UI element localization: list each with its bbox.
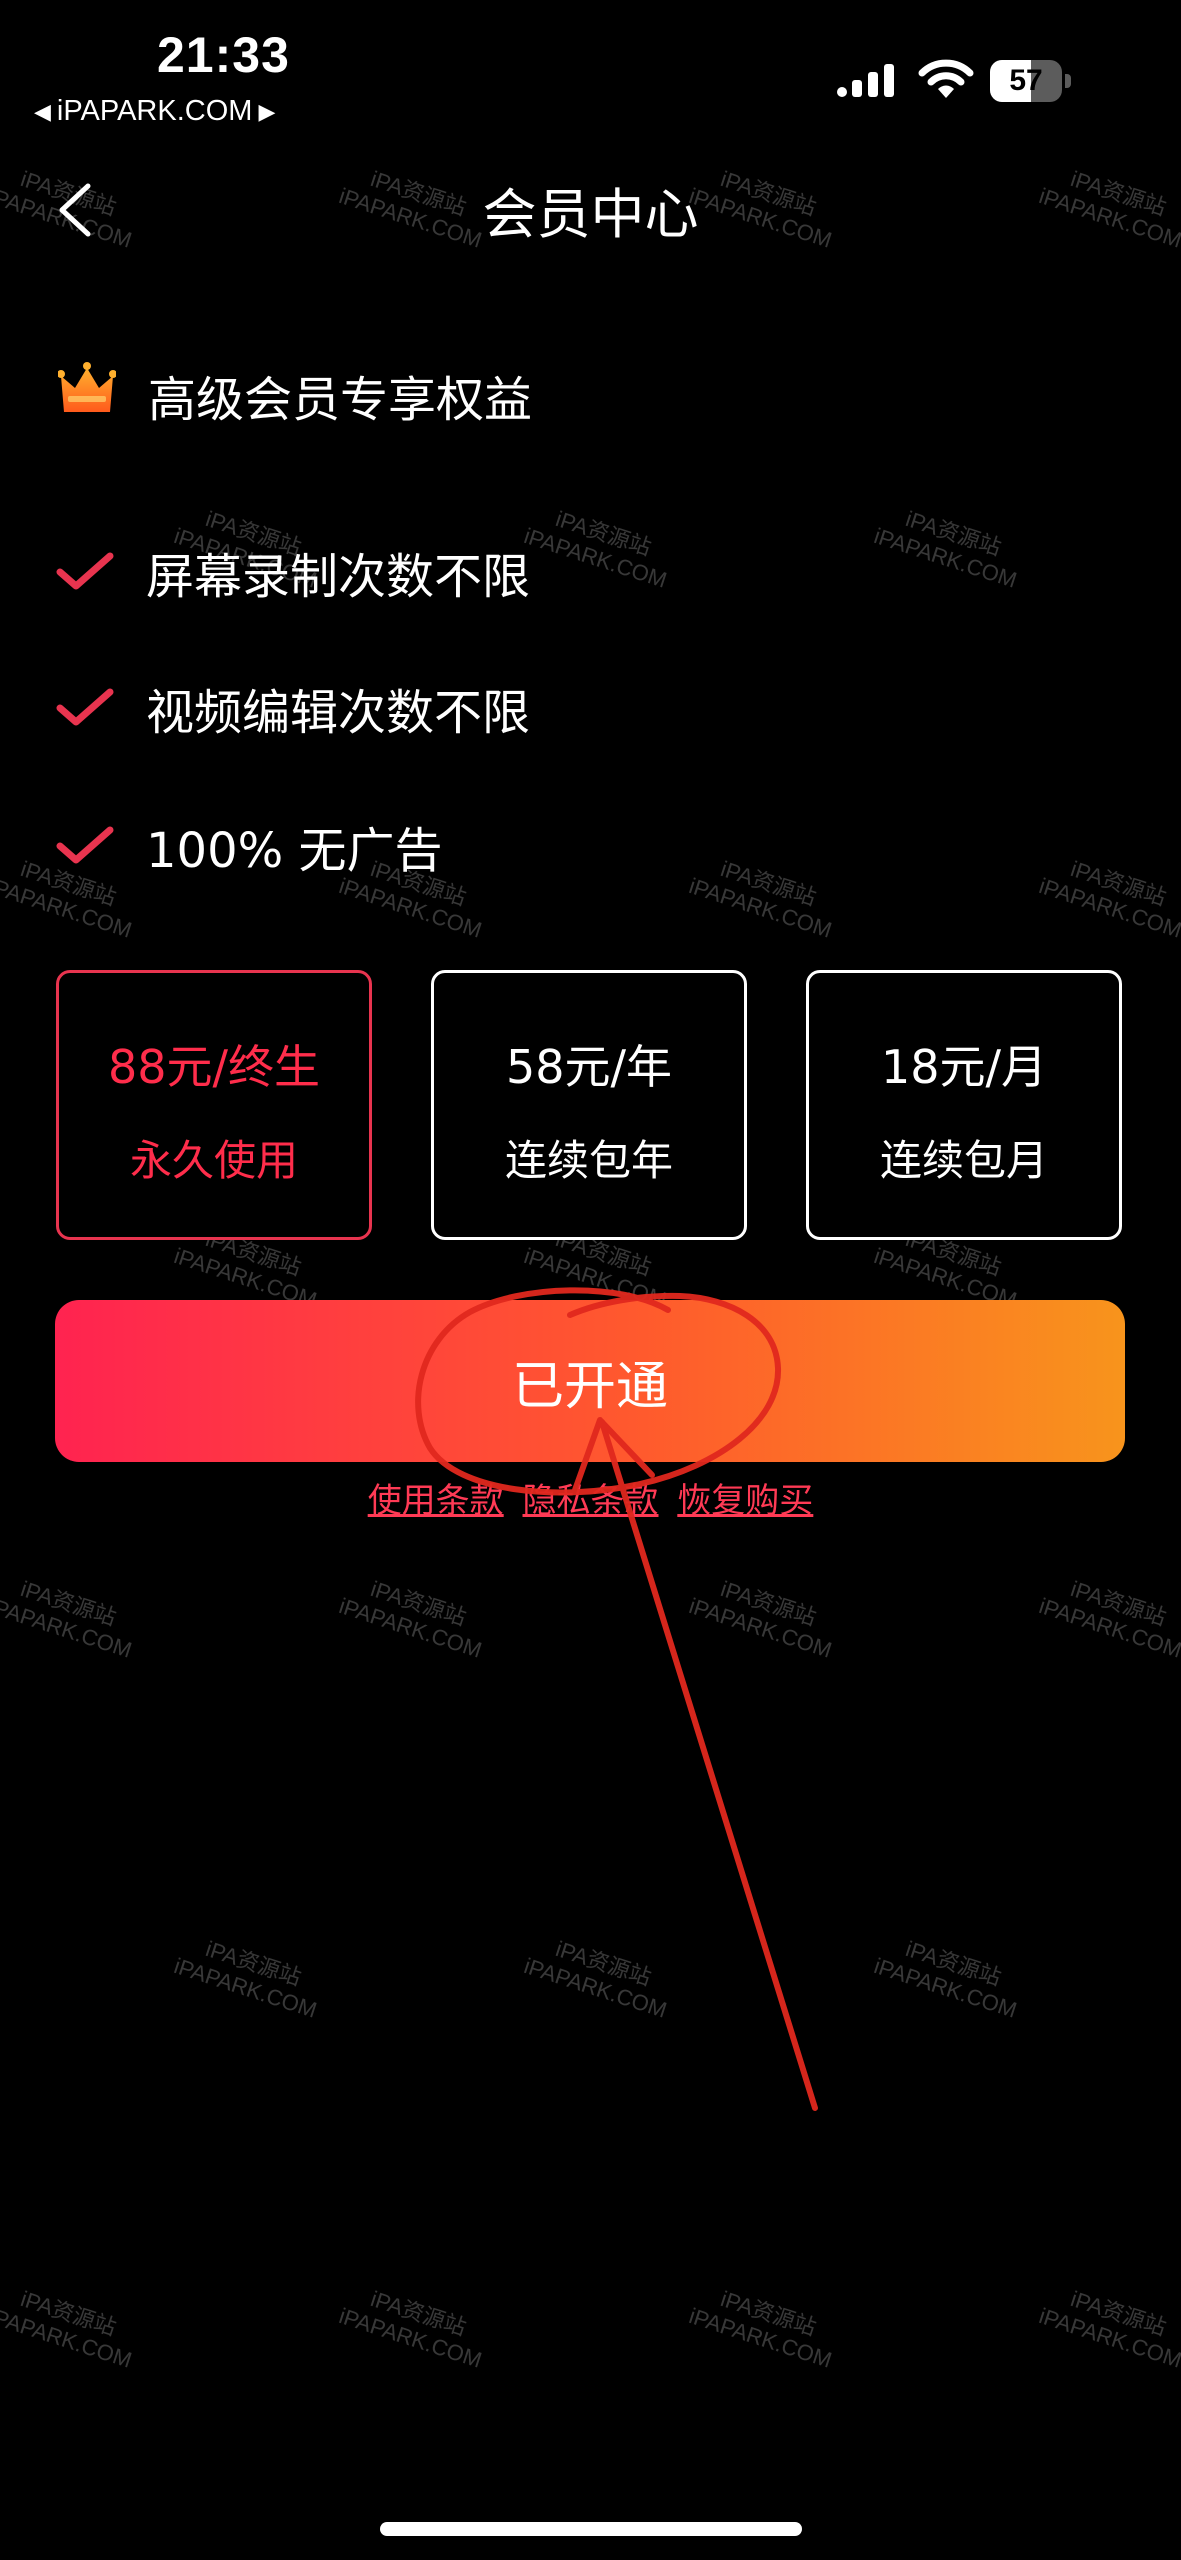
home-indicator: [380, 2522, 802, 2536]
plan-card-monthly[interactable]: 18元/月 连续包月: [806, 970, 1122, 1240]
watermark-line: iPA资源站: [1067, 2286, 1170, 2341]
watermark-line: iPAPARK.COM: [0, 1593, 135, 1664]
watermark-line: iPAPARK.COM: [685, 1593, 835, 1664]
watermark-line: iPAPARK.COM: [335, 873, 485, 944]
watermark-line: iPA资源站: [717, 2286, 820, 2341]
watermark-text: iPA资源站 iPAPARK.COM: [870, 498, 1027, 594]
plan-description: 连续包年: [504, 1136, 673, 1185]
watermark-line: iPAPARK.COM: [685, 2303, 835, 2374]
privacy-link[interactable]: 隐私条款: [523, 1481, 659, 1521]
watermark-line: iPA资源站: [17, 1576, 120, 1631]
watermark-line: iPAPARK.COM: [1035, 1593, 1181, 1664]
watermark-text: iPA资源站 iPAPARK.COM: [685, 2278, 842, 2374]
battery-level: 57: [1009, 64, 1043, 97]
watermark-line: iPA资源站: [202, 1936, 305, 1991]
benefit-item: 100% 无广告: [56, 816, 443, 879]
check-icon: [56, 688, 114, 726]
vip-benefits-title: 高级会员专享权益: [148, 372, 533, 428]
watermark-text: iPA资源站 iPAPARK.COM: [335, 2278, 492, 2374]
cellular-signal-icon: [837, 64, 894, 97]
watermark-text: iPA资源站 iPAPARK.COM: [0, 1568, 143, 1664]
watermark-text: iPA资源站 iPAPARK.COM: [0, 2278, 143, 2374]
plan-card-lifetime[interactable]: 88元/终生 永久使用: [56, 970, 372, 1240]
watermark-text: iPA资源站 iPAPARK.COM: [685, 848, 842, 944]
watermark-line: iPAPARK.COM: [170, 1953, 320, 2024]
watermark-line: iPA资源站: [552, 1936, 655, 1991]
restore-purchase-link[interactable]: 恢复购买: [677, 1481, 813, 1521]
watermark-line: iPAPARK.COM: [685, 873, 835, 944]
back-triangle-icon: ◀: [34, 98, 51, 124]
benefit-label: 视频编辑次数不限: [146, 685, 531, 741]
crown-icon: [58, 362, 116, 412]
watermark-line: iPAPARK.COM: [1035, 2303, 1181, 2374]
watermark-line: iPA资源站: [902, 1936, 1005, 1991]
terms-link[interactable]: 使用条款: [368, 1481, 504, 1521]
watermark-line: iPA资源站: [367, 2286, 470, 2341]
back-to-app-link[interactable]: ◀ iPAPARK.COM ▶: [34, 95, 275, 128]
annotation-arrow-line: [599, 1419, 818, 2111]
benefit-item: 视频编辑次数不限: [56, 678, 530, 741]
forward-triangle-icon: ▶: [258, 98, 276, 124]
watermark-text: iPA资源站 iPAPARK.COM: [520, 498, 677, 594]
watermark-line: iPAPARK.COM: [1035, 873, 1181, 944]
plan-price: 58元/年: [505, 1040, 673, 1094]
watermark-line: iPA资源站: [1067, 1576, 1170, 1631]
benefit-item: 屏幕录制次数不限: [56, 542, 530, 605]
plan-price: 18元/月: [880, 1040, 1048, 1094]
watermark-line: iPAPARK.COM: [0, 2303, 135, 2374]
watermark-text: iPA资源站 iPAPARK.COM: [1035, 1568, 1181, 1664]
status-time: 21:33: [157, 27, 290, 83]
wifi-icon: [918, 59, 974, 98]
watermark-line: iPAPARK.COM: [870, 1953, 1020, 2024]
check-icon: [56, 552, 114, 590]
watermark-line: iPA资源站: [552, 506, 655, 561]
watermark-text: iPA资源站 iPAPARK.COM: [335, 1568, 492, 1664]
plan-description: 连续包月: [879, 1136, 1048, 1185]
plan-price: 88元/终生: [107, 1040, 321, 1094]
watermark-text: iPA资源站 iPAPARK.COM: [870, 1928, 1027, 2024]
plan-description: 永久使用: [129, 1136, 298, 1185]
watermark-line: iPA资源站: [1067, 856, 1170, 911]
battery-tip: [1065, 74, 1071, 88]
watermark-text: iPA资源站 iPAPARK.COM: [1035, 2278, 1181, 2374]
plan-card-yearly[interactable]: 58元/年 连续包年: [431, 970, 747, 1240]
benefit-label: 100% 无广告: [146, 823, 443, 879]
watermark-line: iPA资源站: [902, 506, 1005, 561]
benefit-label: 屏幕录制次数不限: [146, 549, 531, 605]
watermark-line: iPA资源站: [367, 1576, 470, 1631]
watermark-line: iPA资源站: [717, 1576, 820, 1631]
subscribe-button-label: 已开通: [511, 1356, 668, 1417]
watermark-line: iPAPARK.COM: [335, 1593, 485, 1664]
battery-icon: 57: [990, 60, 1074, 102]
watermark-line: iPAPARK.COM: [0, 873, 135, 944]
back-app-label: iPAPARK.COM: [56, 95, 253, 127]
watermark-line: iPAPARK.COM: [520, 1953, 670, 2024]
check-icon: [56, 826, 114, 864]
watermark-line: iPAPARK.COM: [520, 523, 670, 594]
watermark-line: iPA资源站: [17, 2286, 120, 2341]
watermark-text: iPA资源站 iPAPARK.COM: [685, 1568, 842, 1664]
page-title: 会员中心: [482, 183, 699, 246]
watermark-text: iPA资源站 iPAPARK.COM: [1035, 848, 1181, 944]
watermark-line: iPA资源站: [717, 856, 820, 911]
watermark-line: iPAPARK.COM: [335, 2303, 485, 2374]
watermark-text: iPA资源站 iPAPARK.COM: [520, 1928, 677, 2024]
watermark-text: iPA资源站 iPAPARK.COM: [170, 1928, 327, 2024]
legal-links: 使用条款 隐私条款 恢复购买: [0, 1473, 1181, 1522]
subscribe-button[interactable]: 已开通: [55, 1300, 1125, 1462]
watermark-line: iPAPARK.COM: [870, 523, 1020, 594]
